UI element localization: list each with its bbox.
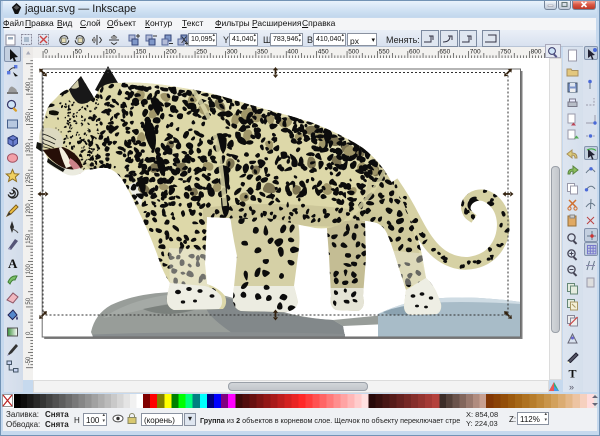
svg-text:350: 350 [257,49,268,56]
svg-text:400: 400 [26,81,32,92]
svg-text:800: 800 [531,49,542,56]
svg-text:0: 0 [44,49,48,56]
svg-text:-50: -50 [26,356,32,365]
svg-text:50: 50 [75,49,83,56]
svg-text:600: 600 [409,49,420,56]
svg-text:100: 100 [26,264,32,275]
svg-text:500: 500 [348,49,359,56]
svg-text:50: 50 [26,297,32,304]
svg-text:750: 750 [500,49,511,56]
svg-text:300: 300 [26,142,32,153]
svg-text:350: 350 [26,112,32,123]
svg-text:200: 200 [26,203,32,214]
svg-text:300: 300 [227,49,238,56]
svg-text:150: 150 [26,233,32,244]
svg-text:400: 400 [287,49,298,56]
svg-text:700: 700 [470,49,481,56]
svg-text:650: 650 [439,49,450,56]
svg-text:250: 250 [196,49,207,56]
svg-text:550: 550 [379,49,390,56]
svg-text:100: 100 [105,49,116,56]
svg-text:T: T [569,367,577,380]
svg-text:450: 450 [318,49,329,56]
svg-text:200: 200 [166,49,177,56]
svg-text:150: 150 [135,49,146,56]
svg-text:A: A [8,256,18,270]
svg-text:250: 250 [26,172,32,183]
